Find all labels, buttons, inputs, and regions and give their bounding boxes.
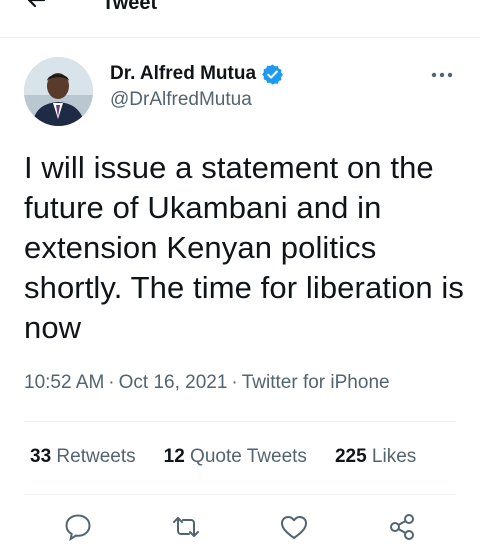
retweets-stat[interactable]: 33 Retweets: [30, 446, 136, 468]
verified-badge-icon: [262, 63, 283, 85]
back-arrow-icon: [27, 0, 46, 8]
divider: [24, 494, 456, 495]
likes-label: Likes: [371, 446, 417, 467]
reply-icon: [65, 514, 91, 542]
more-button[interactable]: [430, 65, 454, 85]
top-bar: Tweet: [0, 0, 480, 38]
action-bar: [0, 512, 480, 552]
author-name[interactable]: Dr. Alfred Mutua: [110, 63, 256, 85]
tweet-stats: 33 Retweets 12 Quote Tweets 225 Likes: [30, 446, 416, 468]
quote-tweets-count: 12: [163, 446, 185, 467]
retweet-icon: [173, 517, 199, 537]
tweet-author-row: Dr. Alfred Mutua @DrAlfredMutua: [24, 57, 456, 127]
tweet-source[interactable]: Twitter for iPhone: [242, 372, 390, 393]
tweet-date[interactable]: Oct 16, 2021: [119, 372, 228, 393]
avatar[interactable]: [24, 57, 93, 126]
tweet-text: I will issue a statement on the future o…: [24, 150, 464, 345]
like-button[interactable]: [279, 512, 309, 542]
retweet-button[interactable]: [171, 512, 201, 542]
tweet-time[interactable]: 10:52 AM: [24, 372, 104, 393]
share-button[interactable]: [387, 512, 417, 542]
retweets-count: 33: [30, 446, 52, 467]
quote-tweets-stat[interactable]: 12 Quote Tweets: [164, 446, 307, 468]
retweets-label: Retweets: [56, 446, 136, 467]
author-handle[interactable]: @DrAlfredMutua: [110, 89, 284, 111]
share-icon: [390, 514, 414, 540]
quote-tweets-label: Quote Tweets: [190, 446, 307, 467]
more-icon: [431, 72, 453, 78]
reply-button[interactable]: [63, 512, 93, 542]
likes-stat[interactable]: 225 Likes: [335, 446, 416, 468]
page-title: Tweet: [102, 0, 158, 14]
like-icon: [281, 516, 307, 539]
likes-count: 225: [334, 446, 367, 467]
divider: [24, 421, 456, 422]
back-button[interactable]: [22, 0, 50, 14]
tweet-meta: 10:52 AM · Oct 16, 2021 · Twitter for iPhone: [24, 372, 390, 393]
